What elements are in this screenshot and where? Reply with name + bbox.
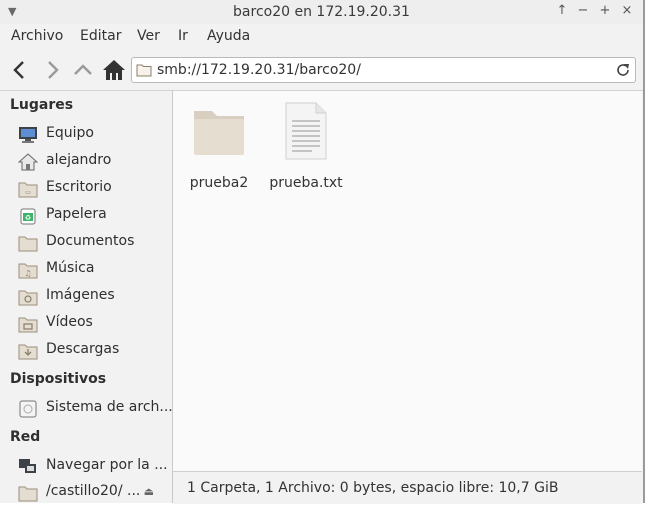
menu-ayuda[interactable]: Ayuda	[207, 28, 250, 44]
maximize-button[interactable]: +	[597, 3, 613, 19]
trash-icon: ♻	[20, 208, 36, 225]
up-button[interactable]	[70, 57, 96, 83]
menu-ver[interactable]: Ver	[137, 28, 160, 44]
sidebar-item-label: Documentos	[46, 233, 135, 249]
window-title: barco20 en 172.19.20.31	[233, 4, 410, 20]
documents-folder-icon	[18, 236, 38, 252]
sidebar-item-label: Equipo	[46, 125, 94, 141]
reload-icon[interactable]	[615, 62, 631, 78]
sidebar-item-label: Descargas	[46, 341, 120, 357]
sidebar-item-equipo[interactable]: Equipo	[18, 123, 170, 147]
folder-icon	[136, 64, 152, 77]
file-item-folder[interactable]: prueba2	[179, 99, 259, 199]
menu-editar[interactable]: Editar	[80, 28, 121, 44]
desktop-folder-icon: ▭	[18, 182, 38, 198]
svg-text:♫: ♫	[24, 269, 31, 278]
devices-heading: Dispositivos	[10, 371, 107, 387]
home-icon	[18, 153, 38, 171]
sidebar-item-castillo20[interactable]: /castillo20/ ... ⏏	[18, 481, 170, 505]
sidebar-item-label: Música	[46, 260, 95, 276]
title-bar[interactable]: ▼ barco20 en 172.19.20.31 ↑ − + ×	[0, 0, 643, 24]
network-heading: Red	[10, 429, 41, 445]
sidebar-item-label: /castillo20/ ...	[46, 483, 141, 499]
sidebar-item-filesystem[interactable]: Sistema de arch...	[18, 397, 173, 421]
folder-icon	[18, 486, 38, 502]
minimize-button[interactable]: −	[575, 3, 591, 19]
folder-icon	[194, 111, 244, 155]
menu-archivo[interactable]: Archivo	[11, 28, 63, 44]
sidebar: Lugares Equipo alejandro ▭ Escritorio ♻ …	[0, 91, 173, 503]
file-name: prueba.txt	[269, 175, 343, 191]
drive-icon	[19, 400, 37, 418]
sidebar-item-label: Navegar por la ...	[46, 457, 168, 473]
downloads-folder-icon	[18, 344, 38, 360]
sidebar-item-escritorio[interactable]: ▭ Escritorio	[18, 177, 170, 201]
sidebar-item-label: Vídeos	[46, 314, 93, 330]
toolbar: smb://172.19.20.31/barco20/	[0, 50, 643, 91]
back-button[interactable]	[7, 57, 33, 83]
file-item-text[interactable]: prueba.txt	[266, 99, 346, 199]
sidebar-item-imagenes[interactable]: Imágenes	[18, 285, 170, 309]
computer-icon	[19, 127, 37, 143]
close-button[interactable]: ×	[619, 3, 635, 19]
videos-folder-icon	[18, 317, 38, 333]
sidebar-item-documentos[interactable]: Documentos	[18, 231, 170, 255]
places-heading: Lugares	[10, 97, 74, 113]
sidebar-item-label: alejandro	[46, 152, 112, 168]
svg-text:▭: ▭	[25, 189, 31, 196]
music-folder-icon: ♫	[18, 263, 38, 279]
status-text: 1 Carpeta, 1 Archivo: 0 bytes, espacio l…	[187, 480, 559, 496]
sidebar-item-label: Imágenes	[46, 287, 115, 303]
file-manager-window: ▼ barco20 en 172.19.20.31 ↑ − + × Archiv…	[0, 0, 645, 504]
eject-icon[interactable]: ⏏	[144, 485, 154, 498]
menu-ir[interactable]: Ir	[178, 28, 188, 44]
home-button[interactable]	[101, 57, 127, 83]
status-bar: 1 Carpeta, 1 Archivo: 0 bytes, espacio l…	[173, 471, 642, 504]
location-bar[interactable]: smb://172.19.20.31/barco20/	[131, 57, 636, 83]
network-icon	[19, 459, 36, 473]
file-name: prueba2	[189, 175, 249, 191]
forward-button[interactable]	[39, 57, 65, 83]
location-input[interactable]: smb://172.19.20.31/barco20/	[157, 62, 361, 78]
sidebar-item-descargas[interactable]: Descargas	[18, 339, 170, 363]
shade-window-button[interactable]: ↑	[554, 3, 570, 19]
pictures-folder-icon	[18, 290, 38, 306]
sidebar-item-musica[interactable]: ♫ Música	[18, 258, 170, 282]
sidebar-item-videos[interactable]: Vídeos	[18, 312, 170, 336]
sidebar-item-label: Escritorio	[46, 179, 112, 195]
file-view[interactable]: prueba2 prueba.txt	[173, 91, 642, 471]
sidebar-item-browse-network[interactable]: Navegar por la ...	[18, 455, 170, 479]
sidebar-item-label: Papelera	[46, 206, 107, 222]
text-file-icon	[285, 102, 327, 160]
sidebar-item-papelera[interactable]: ♻ Papelera	[18, 204, 170, 228]
svg-text:♻: ♻	[25, 214, 31, 222]
sidebar-item-label: Sistema de arch...	[46, 399, 173, 415]
sidebar-item-alejandro[interactable]: alejandro	[18, 150, 170, 174]
menu-bar: Archivo Editar Ver Ir Ayuda	[0, 24, 643, 50]
